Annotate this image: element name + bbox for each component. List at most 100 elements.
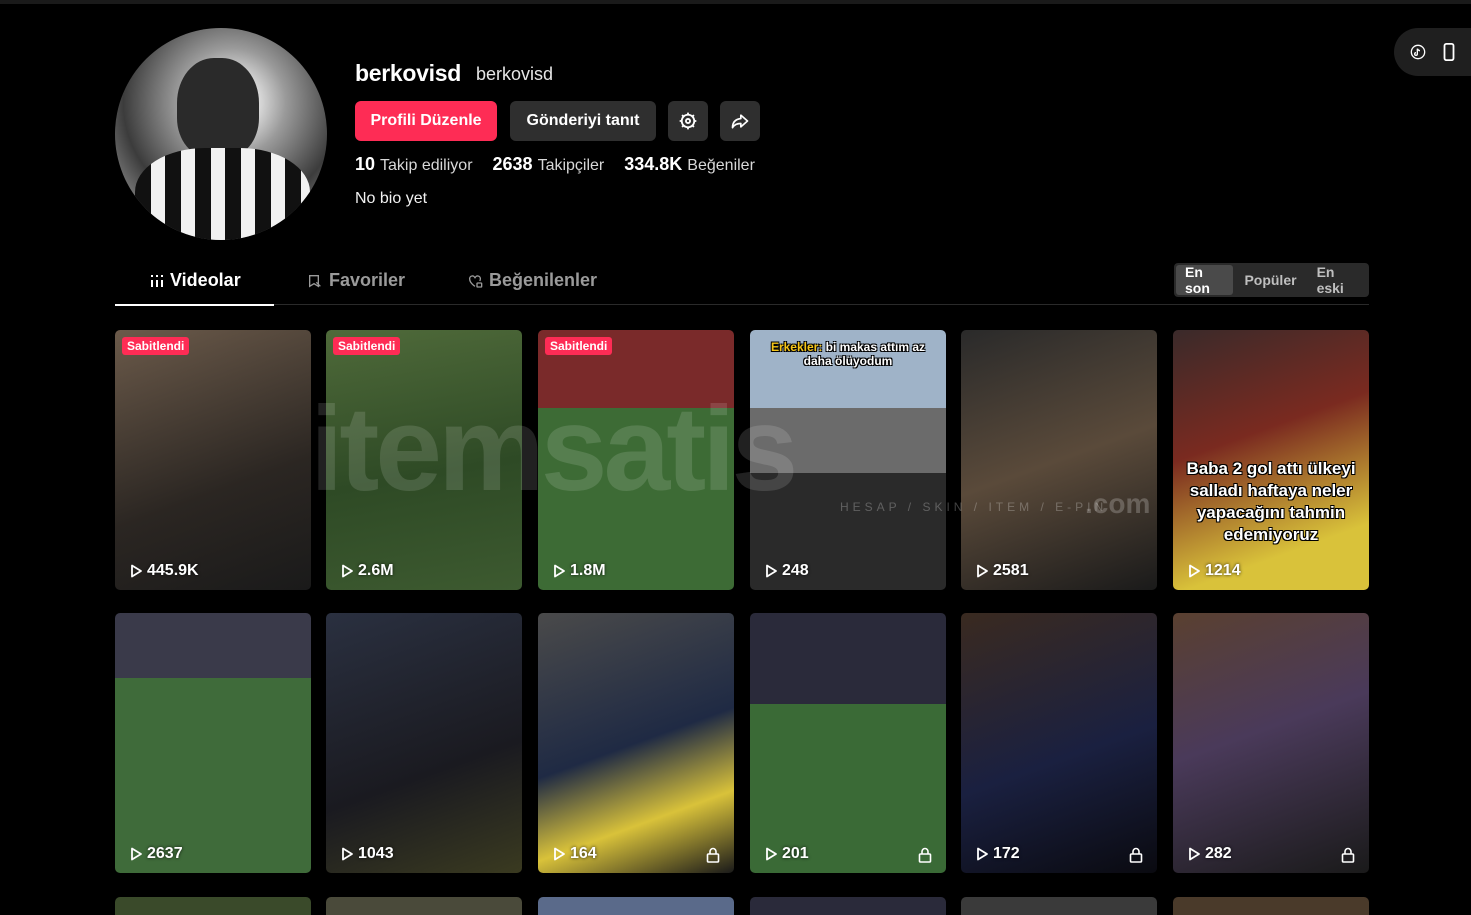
view-count-value: 2581 (993, 562, 1029, 579)
video-card[interactable]: Sabitlendi 1.8M (538, 330, 734, 590)
video-card[interactable]: Baba 2 gol attı ülkeyi salladı haftaya n… (1173, 330, 1369, 590)
video-card[interactable]: 201 (750, 613, 946, 873)
sort-latest[interactable]: En son (1176, 264, 1234, 296)
view-count-value: 164 (570, 845, 597, 862)
sort-oldest[interactable]: En eski (1308, 264, 1367, 296)
video-card[interactable]: Sabitlendi 2.6M (326, 330, 522, 590)
video-card[interactable] (750, 897, 946, 915)
pinned-badge: Sabitlendi (545, 337, 613, 355)
sort-switcher: En son Popüler En eski (1174, 263, 1369, 297)
play-icon (977, 847, 988, 861)
video-card[interactable] (961, 897, 1157, 915)
lock-icon (1129, 847, 1143, 863)
view-count: 201 (764, 845, 809, 863)
mobile-icon[interactable] (1442, 43, 1456, 61)
avatar[interactable] (115, 28, 327, 240)
view-count-value: 2637 (147, 845, 183, 862)
likes-count: 334.8K (624, 154, 683, 174)
tiktok-icon[interactable] (1410, 44, 1426, 60)
bio-text: No bio yet (355, 190, 428, 207)
view-count-value: 201 (782, 845, 809, 862)
lock-icon (706, 847, 720, 863)
view-count: 2.6M (340, 562, 394, 580)
avatar-jersey-shape (135, 148, 310, 240)
video-card[interactable]: Sabitlendi 445.9K (115, 330, 311, 590)
settings-button[interactable] (668, 101, 708, 141)
gear-icon (679, 112, 697, 130)
corner-widget[interactable] (1394, 28, 1471, 76)
username: berkovisd (355, 60, 461, 86)
tab-favorites[interactable]: Favoriler (307, 270, 405, 291)
grid-icon (151, 274, 163, 287)
profile-stats: 10 Takip ediliyor 2638 Takipçiler 334.8K Be… (355, 154, 755, 175)
view-count-value: 445.9K (147, 562, 199, 579)
play-icon (1189, 564, 1200, 578)
view-count: 1214 (1187, 562, 1241, 580)
video-card[interactable]: 1043 (326, 613, 522, 873)
video-card[interactable]: 164 (538, 613, 734, 873)
play-icon (554, 847, 565, 861)
edit-profile-button[interactable]: Profili Düzenle (355, 101, 497, 141)
nickname: berkovisd (476, 64, 554, 84)
play-icon (131, 564, 142, 578)
video-card[interactable] (538, 897, 734, 915)
view-count: 445.9K (129, 562, 199, 580)
video-card[interactable] (326, 897, 522, 915)
tab-liked-label: Beğenilenler (489, 270, 598, 290)
followers-count: 2638 (492, 154, 533, 174)
sort-popular[interactable]: Popüler (1235, 265, 1305, 295)
play-icon (766, 564, 777, 578)
view-count-value: 282 (1205, 845, 1232, 862)
video-card[interactable]: 2637 (115, 613, 311, 873)
watermark-subtitle: HESAP / SKIN / ITEM / E-PIN (840, 500, 1108, 514)
likes-stat: 334.8K Beğeniler (624, 154, 755, 175)
view-count-value: 248 (782, 562, 809, 579)
play-icon (342, 564, 353, 578)
pinned-badge: Sabitlendi (122, 337, 190, 355)
view-count: 164 (552, 845, 597, 863)
promote-post-button[interactable]: Gönderiyi tanıt (510, 101, 656, 141)
view-count-value: 172 (993, 845, 1020, 862)
tab-favorites-label: Favoriler (329, 270, 406, 290)
avatar-head-shape (177, 58, 259, 158)
video-card[interactable] (115, 897, 311, 915)
followers-label: Takipçiler (537, 157, 605, 174)
view-count: 2637 (129, 845, 183, 863)
top-divider (0, 0, 1471, 4)
lock-icon (918, 847, 932, 863)
view-count: 282 (1187, 845, 1232, 863)
tab-liked[interactable]: Beğenilenler (467, 270, 597, 291)
play-icon (766, 847, 777, 861)
view-count-value: 1214 (1205, 562, 1241, 579)
followers-stat[interactable]: 2638 Takipçiler (493, 154, 605, 175)
share-profile-button[interactable] (720, 101, 760, 141)
video-card[interactable]: Erkekler: bi makas attım az daha ölüyodu… (750, 330, 946, 590)
video-caption: Erkekler: bi makas attım az daha ölüyodu… (770, 340, 926, 368)
tab-videos-label: Videolar (170, 270, 241, 290)
play-icon (342, 847, 353, 861)
video-card[interactable]: 172 (961, 613, 1157, 873)
tab-videos[interactable]: Videolar (150, 270, 241, 291)
video-card[interactable] (1173, 897, 1369, 915)
view-count: 1043 (340, 845, 394, 863)
view-count-value: 1.8M (570, 562, 606, 579)
view-count: 172 (975, 845, 1020, 863)
video-card[interactable]: 282 (1173, 613, 1369, 873)
pinned-badge: Sabitlendi (333, 337, 401, 355)
video-card[interactable]: 2581 (961, 330, 1157, 590)
video-caption: Baba 2 gol attı ülkeyi salladı haftaya n… (1186, 459, 1356, 544)
active-tab-indicator (115, 304, 274, 306)
play-icon (554, 564, 565, 578)
play-icon (131, 847, 142, 861)
likes-label: Beğeniler (687, 157, 755, 174)
play-icon (977, 564, 988, 578)
bookmark-icon (309, 274, 321, 288)
following-count: 10 (355, 154, 376, 174)
view-count-value: 2.6M (358, 562, 394, 579)
view-count: 1.8M (552, 562, 606, 580)
following-stat[interactable]: 10 Takip ediliyor (355, 154, 473, 175)
lock-icon (1341, 847, 1355, 863)
watermark-domain: .com (1085, 488, 1151, 519)
heart-lock-icon (469, 274, 483, 288)
play-icon (1189, 847, 1200, 861)
